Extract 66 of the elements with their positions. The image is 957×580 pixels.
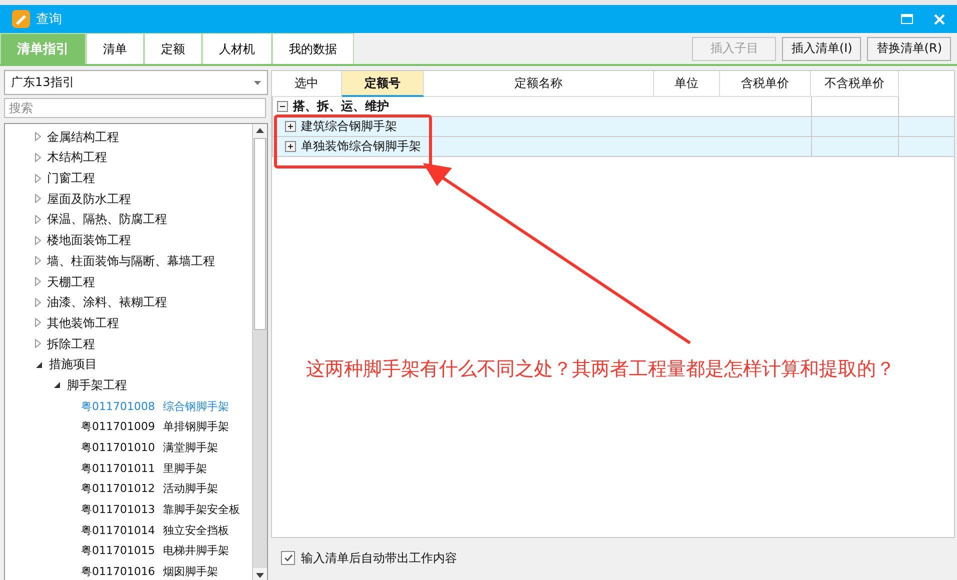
expanded-triangle-icon[interactable]: [53, 381, 61, 390]
tree-item[interactable]: 保温、隔热、防腐工程: [47, 211, 167, 228]
tree-item[interactable]: 木结构工程: [47, 149, 107, 166]
scroll-up-icon[interactable]: [256, 128, 264, 134]
maximize-icon[interactable]: [901, 14, 913, 24]
tree-item[interactable]: 粤011701012 活动脚手架: [5, 478, 252, 500]
collapsed-triangle-icon[interactable]: [35, 214, 41, 224]
collapsed-triangle-icon[interactable]: [35, 318, 41, 328]
tree-item[interactable]: 粤011701014 独立安全挡板: [5, 520, 252, 541]
app-logo-icon: [12, 10, 30, 28]
tree-item[interactable]: 脚手架工程: [67, 376, 127, 394]
tree-item[interactable]: 天棚工程: [47, 274, 95, 291]
tab[interactable]: 人材机: [202, 33, 272, 64]
tree-item[interactable]: 粤011701013 靠脚手架安全板: [5, 499, 252, 520]
tree-item[interactable]: 屋面及防水工程: [47, 190, 131, 208]
column-header[interactable]: 定额号: [342, 71, 424, 97]
column-header[interactable]: 含税单价: [720, 71, 811, 97]
checkbox-label: 输入清单后自动带出工作内容: [301, 550, 457, 566]
annotation-text: 这两种脚手架有什么不同之处？其两者工程量都是怎样计算和提取的？: [306, 357, 896, 382]
expand-icon[interactable]: [285, 121, 296, 132]
collapsed-triangle-icon[interactable]: [35, 152, 41, 162]
scrollbar-thumb[interactable]: [254, 138, 266, 330]
toolbar-button[interactable]: 插入清单(I): [782, 36, 862, 60]
tree-item[interactable]: 粤011701011 里脚手架: [5, 458, 252, 479]
column-header[interactable]: 单位: [654, 71, 720, 97]
close-icon[interactable]: [934, 14, 944, 24]
collapsed-triangle-icon[interactable]: [35, 298, 41, 307]
collapsed-triangle-icon[interactable]: [35, 277, 41, 286]
tree-item[interactable]: 楼地面装饰工程: [47, 232, 131, 250]
expand-icon[interactable]: [285, 141, 296, 152]
check-icon: [284, 554, 292, 562]
collapsed-triangle-icon[interactable]: [35, 339, 41, 348]
tab[interactable]: 我的数据: [272, 33, 354, 64]
toolbar-button[interactable]: 替换清单(R): [867, 36, 951, 60]
collapsed-triangle-icon[interactable]: [35, 132, 41, 142]
expanded-triangle-icon[interactable]: [35, 360, 43, 369]
tree-item[interactable]: 其他装饰工程: [47, 314, 119, 332]
tab[interactable]: 定额: [144, 33, 202, 64]
collapsed-triangle-icon[interactable]: [35, 236, 41, 245]
row-label[interactable]: 建筑综合钢脚手架: [301, 118, 397, 135]
tree-item[interactable]: 粤011701010 满堂脚手架: [5, 437, 252, 458]
search-field[interactable]: 搜索: [4, 98, 266, 118]
tree-item[interactable]: 金属结构工程: [47, 128, 119, 146]
window-title: 查询: [36, 11, 63, 28]
tab[interactable]: 清单: [86, 33, 144, 64]
collapsed-triangle-icon[interactable]: [35, 256, 41, 266]
column-header[interactable]: 不含税单价: [811, 71, 899, 97]
row-label[interactable]: 单独装饰综合钢脚手架: [301, 138, 421, 155]
collapsed-triangle-icon[interactable]: [35, 174, 41, 183]
tree-item[interactable]: 粤011701016 烟囱脚手架: [5, 561, 252, 580]
tree-item[interactable]: 粤011701009 单排钢脚手架: [5, 416, 252, 438]
tree-item[interactable]: 粤011701008 综合钢脚手架: [5, 396, 252, 416]
tree-item[interactable]: 油漆、涂料、裱糊工程: [47, 294, 167, 312]
collapse-icon[interactable]: [277, 101, 288, 112]
caret-icon[interactable]: [254, 80, 261, 85]
collapsed-triangle-icon[interactable]: [35, 194, 41, 204]
guide-dropdown[interactable]: 广东13指引: [4, 70, 268, 96]
tree-item[interactable]: 门窗工程: [47, 170, 95, 188]
tree-item[interactable]: 粤011701015 电梯井脚手架: [5, 540, 252, 562]
scroll-down-icon[interactable]: [256, 572, 264, 578]
column-header[interactable]: 定额名称: [424, 71, 654, 97]
checkbox[interactable]: [281, 551, 295, 565]
group-row-label[interactable]: 搭、拆、运、维护: [293, 98, 389, 115]
tree-item[interactable]: 措施项目: [49, 356, 97, 374]
tree-item[interactable]: 拆除工程: [47, 336, 95, 353]
tree-item[interactable]: 墙、柱面装饰与隔断、幕墙工程: [47, 252, 215, 270]
